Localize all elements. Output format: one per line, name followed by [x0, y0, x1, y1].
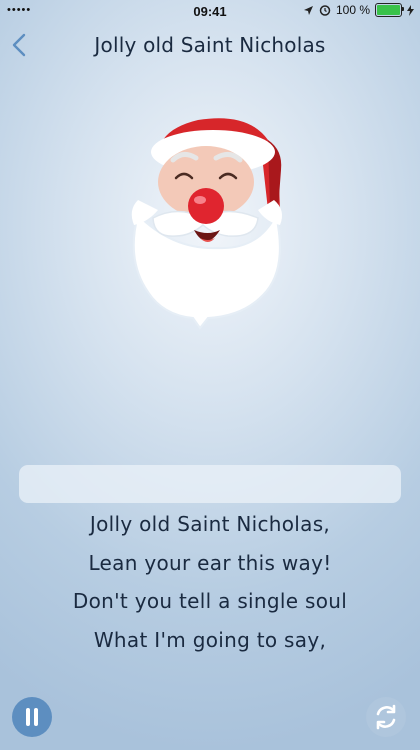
status-bar: ••••• 09:41 100 %	[0, 0, 420, 22]
lyric-line: Don't you tell a single soul	[72, 589, 348, 613]
refresh-icon	[376, 704, 396, 730]
alarm-icon	[319, 5, 331, 16]
location-icon	[303, 5, 313, 15]
santa-illustration	[131, 118, 282, 330]
battery-percent: 100 %	[335, 3, 370, 17]
lyric-line: Lean your ear this way!	[88, 550, 332, 575]
lyric-line: What I'm going to say,	[93, 627, 327, 652]
charging-bolt-icon	[407, 4, 414, 16]
refresh-button[interactable]	[366, 697, 406, 737]
status-right: 100 %	[303, 3, 414, 17]
back-button[interactable]	[8, 28, 36, 62]
lyric-line: Jolly old Saint Nicholas,	[89, 512, 331, 536]
lyric-highlight-bar	[19, 465, 401, 503]
lyrics-block: Jolly old Saint Nicholas, Lean your ear …	[0, 505, 420, 659]
navigation-bar: Jolly old Saint Nicholas	[0, 26, 420, 66]
pause-button[interactable]	[12, 697, 52, 737]
battery-fill	[377, 5, 400, 15]
chevron-left-icon	[12, 33, 26, 57]
battery-icon	[375, 3, 404, 17]
page-title: Jolly old Saint Nicholas	[94, 33, 326, 57]
